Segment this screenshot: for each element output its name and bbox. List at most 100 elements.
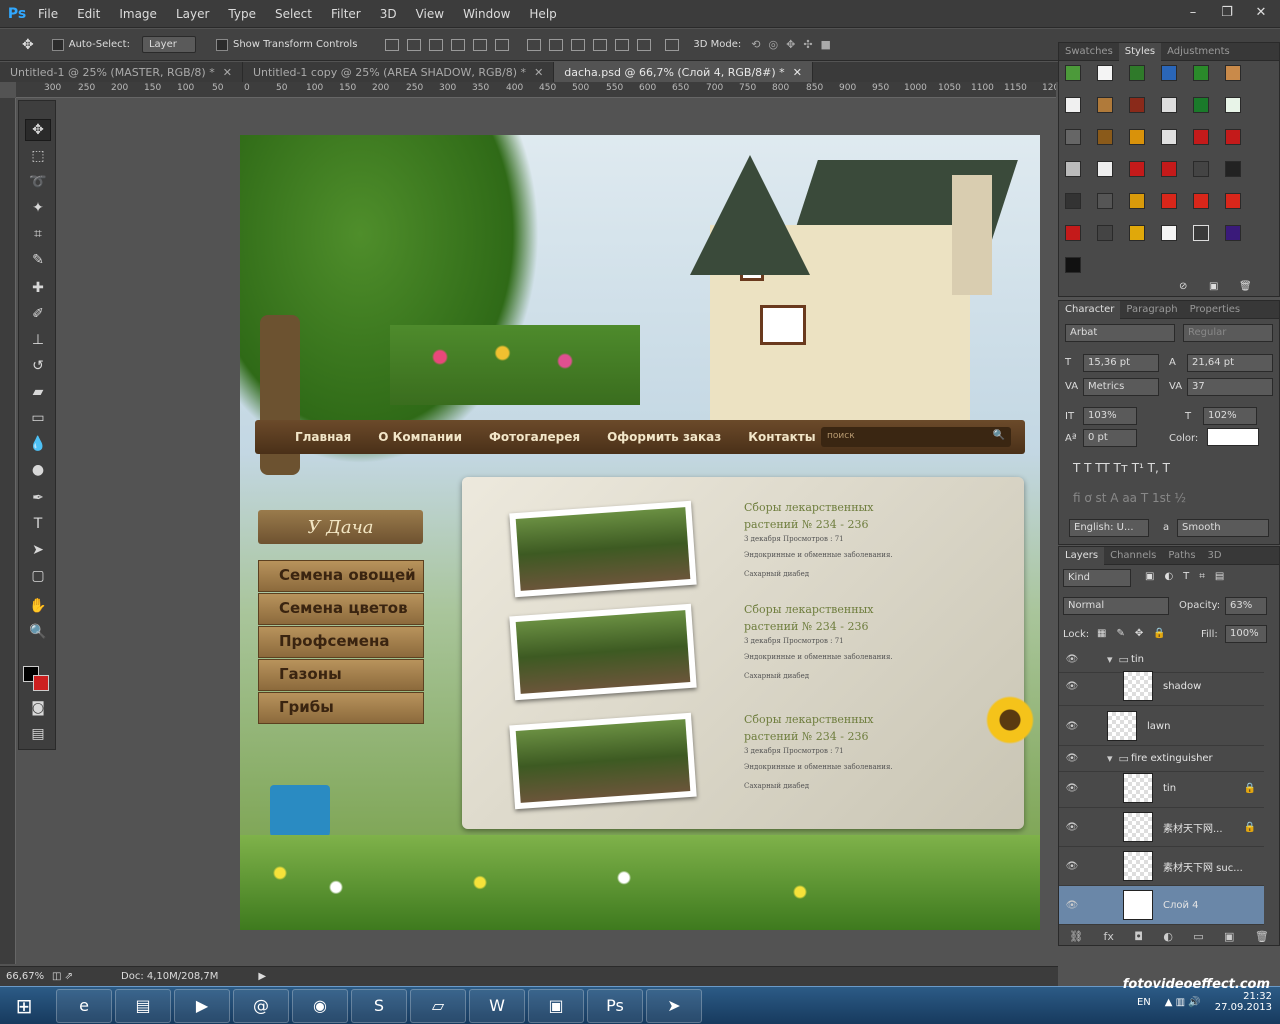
style-swatch[interactable]	[1129, 193, 1145, 209]
eye-icon[interactable]: 👁	[1059, 654, 1085, 665]
menu-layer[interactable]: Layer	[176, 7, 209, 21]
tab-layers[interactable]: Layers	[1059, 546, 1105, 565]
horizontal-scale-field[interactable]: 102%	[1203, 407, 1257, 425]
post-title[interactable]: растений № 234 - 236	[744, 516, 944, 533]
hand-tool-icon[interactable]: ✋	[25, 595, 51, 617]
clock-date[interactable]: 27.09.2013	[1215, 1002, 1272, 1013]
style-swatch[interactable]	[1193, 97, 1209, 113]
style-swatch[interactable]	[1193, 225, 1209, 241]
vertical-scale-field[interactable]: 103%	[1083, 407, 1137, 425]
mail-icon[interactable]: @	[233, 988, 289, 1023]
send-icon[interactable]: ➤	[646, 988, 702, 1023]
side-menu-vegetable-seeds[interactable]: Семена овощей	[258, 560, 424, 592]
tab-channels[interactable]: Channels	[1104, 547, 1162, 565]
eye-icon[interactable]: 👁	[1059, 861, 1085, 872]
post-title[interactable]: Сборы лекарственных	[744, 711, 944, 728]
notes-icon[interactable]: ▱	[410, 988, 466, 1023]
clone-stamp-icon[interactable]: ⊥	[25, 329, 51, 351]
layer-lawn[interactable]: 👁 lawn	[1059, 707, 1264, 746]
align-left-icon[interactable]	[451, 38, 466, 51]
word-icon[interactable]: W	[469, 988, 525, 1023]
link-layers-icon[interactable]: ⛓	[1069, 930, 1083, 943]
menu-view[interactable]: View	[416, 7, 444, 21]
style-swatch[interactable]	[1097, 129, 1113, 145]
layer-filter-kind[interactable]: Kind	[1063, 569, 1131, 587]
move-tool-icon[interactable]: ✥	[22, 37, 34, 53]
layer-filter-icons[interactable]: ▣◐T⌗▤	[1145, 571, 1234, 582]
opacity-field[interactable]: 63%	[1225, 597, 1267, 615]
style-swatch[interactable]	[1065, 257, 1081, 273]
post-title[interactable]: Сборы лекарственных	[744, 601, 944, 618]
style-swatch[interactable]	[1129, 129, 1145, 145]
menu-select[interactable]: Select	[275, 7, 312, 21]
style-swatch[interactable]	[1225, 65, 1241, 81]
style-swatch[interactable]	[1161, 225, 1177, 241]
fill-field[interactable]: 100%	[1225, 625, 1267, 643]
lock-icons[interactable]: ▦✎✥🔒	[1097, 628, 1176, 639]
dodge-tool-icon[interactable]: ●	[25, 459, 51, 481]
tab-adjustments[interactable]: Adjustments	[1161, 43, 1236, 61]
gradient-tool-icon[interactable]: ▭	[25, 407, 51, 429]
close-tab-icon[interactable]: ✕	[534, 66, 543, 79]
style-swatch[interactable]	[1129, 161, 1145, 177]
eye-icon[interactable]: 👁	[1059, 822, 1085, 833]
align-hcenter-icon[interactable]	[473, 38, 488, 51]
media-player-icon[interactable]: ▶	[174, 988, 230, 1023]
style-swatch[interactable]	[1193, 193, 1209, 209]
font-style-select[interactable]: Regular	[1183, 324, 1273, 342]
nav-about[interactable]: О Компании	[378, 430, 462, 444]
minimize-icon[interactable]: –	[1180, 2, 1206, 22]
distribute-top-icon[interactable]	[527, 38, 542, 51]
photoshop-taskbar-icon[interactable]: Ps	[587, 988, 643, 1023]
style-swatch[interactable]	[1097, 193, 1113, 209]
marquee-tool-icon[interactable]: ⬚	[25, 145, 51, 167]
style-swatch[interactable]	[1065, 193, 1081, 209]
style-swatch[interactable]	[1129, 97, 1145, 113]
style-swatch[interactable]	[1065, 129, 1081, 145]
layer-sucai-2[interactable]: 👁 素材天下网 suc...	[1059, 847, 1264, 886]
delete-layer-icon[interactable]: 🗑	[1255, 930, 1269, 943]
language-indicator[interactable]: EN	[1137, 997, 1151, 1008]
align-bottom-icon[interactable]	[429, 38, 444, 51]
clear-style-icon[interactable]: ⊘	[1179, 281, 1187, 292]
font-size-field[interactable]: 15,36 pt	[1083, 354, 1159, 372]
style-swatch[interactable]	[1161, 65, 1177, 81]
blur-tool-icon[interactable]: 💧	[25, 433, 51, 455]
camera-icon[interactable]: ▣	[528, 988, 584, 1023]
tab-properties[interactable]: Properties	[1184, 301, 1247, 319]
style-swatch[interactable]	[1129, 225, 1145, 241]
style-swatch[interactable]	[1065, 161, 1081, 177]
tab-3d[interactable]: 3D	[1202, 547, 1228, 565]
post-title[interactable]: растений № 234 - 236	[744, 728, 944, 745]
opentype-icons[interactable]: fi ơ st A aa T 1st ½	[1073, 491, 1186, 505]
side-menu-mushrooms[interactable]: Грибы	[258, 692, 424, 724]
nav-order[interactable]: Оформить заказ	[607, 430, 721, 444]
align-vcenter-icon[interactable]	[407, 38, 422, 51]
background-color-swatch[interactable]	[33, 675, 49, 691]
style-swatch[interactable]	[1097, 97, 1113, 113]
start-button[interactable]: ⊞	[0, 987, 48, 1024]
style-swatch[interactable]	[1161, 161, 1177, 177]
tab-untitled-1[interactable]: Untitled-1 @ 25% (MASTER, RGB/8) * ✕	[0, 62, 243, 82]
menu-3d[interactable]: 3D	[380, 7, 397, 21]
delete-style-icon[interactable]: 🗑	[1239, 281, 1252, 292]
style-swatch[interactable]	[1097, 65, 1113, 81]
clock-time[interactable]: 21:32	[1215, 991, 1272, 1002]
chrome-icon[interactable]: ◉	[292, 988, 348, 1023]
status-menu-arrow-icon[interactable]: ▶	[258, 971, 266, 982]
chevron-down-icon[interactable]: ▾	[1107, 752, 1113, 765]
close-tab-icon[interactable]: ✕	[793, 66, 802, 79]
tab-paragraph[interactable]: Paragraph	[1120, 301, 1183, 319]
side-menu-flower-seeds[interactable]: Семена цветов	[258, 593, 424, 625]
side-menu-pro-seeds[interactable]: Профсемена	[258, 626, 424, 658]
explorer-icon[interactable]: ▤	[115, 988, 171, 1023]
side-menu-lawns[interactable]: Газоны	[258, 659, 424, 691]
menu-file[interactable]: File	[38, 7, 58, 21]
style-swatch[interactable]	[1225, 129, 1241, 145]
style-swatch[interactable]	[1065, 97, 1081, 113]
style-swatch[interactable]	[1161, 129, 1177, 145]
site-search-input[interactable]: поиск 🔍	[821, 427, 1011, 447]
new-layer-icon[interactable]: ▣	[1224, 930, 1234, 943]
tray-icons[interactable]: ▲ ▥ 🔊	[1165, 997, 1201, 1008]
leading-field[interactable]: 21,64 pt	[1187, 354, 1273, 372]
